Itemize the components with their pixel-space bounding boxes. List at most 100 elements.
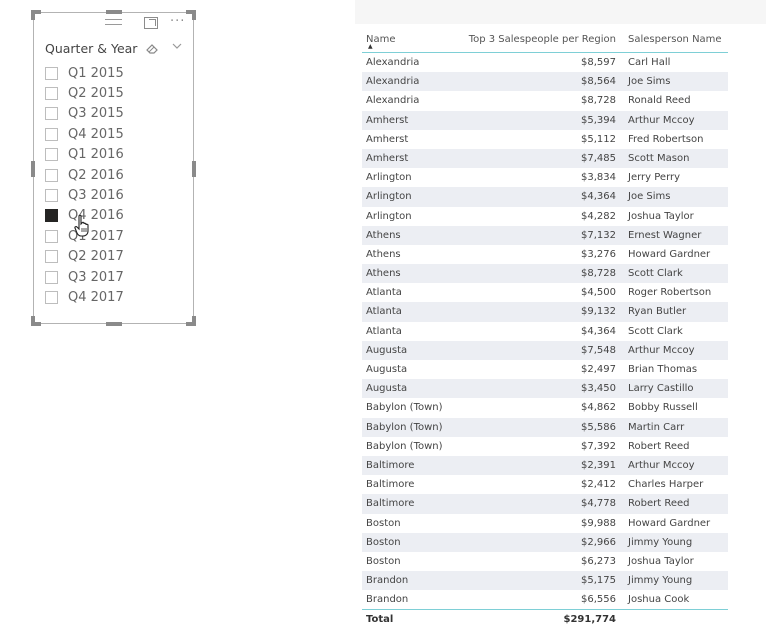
slicer-item[interactable]: Q4 2015 xyxy=(45,124,124,144)
resize-handle-bottom-left-v[interactable] xyxy=(31,316,35,326)
checkbox[interactable] xyxy=(45,189,58,203)
table-row[interactable]: Arlington $4,282 Joshua Taylor xyxy=(362,207,728,226)
visual-header-toolbar: ··· xyxy=(34,14,193,33)
cell-sales: $5,175 xyxy=(581,575,616,587)
checkbox[interactable] xyxy=(45,168,58,182)
cell-salesperson: Fred Robertson xyxy=(628,133,704,145)
table-row[interactable]: Augusta $3,450 Larry Castillo xyxy=(362,379,728,399)
checkbox[interactable] xyxy=(45,270,58,284)
resize-handle-right[interactable] xyxy=(192,161,196,177)
cell-salesperson: Howard Gardner xyxy=(628,248,711,260)
slicer-item-label: Q2 2016 xyxy=(68,167,124,183)
slicer-item[interactable]: Q2 2017 xyxy=(45,247,124,267)
cell-name: Baltimore xyxy=(366,498,415,510)
checkbox[interactable] xyxy=(45,66,58,80)
table-row[interactable]: Athens $3,276 Howard Gardner xyxy=(362,245,728,264)
checkbox[interactable] xyxy=(45,148,58,162)
slicer-item[interactable]: Q3 2016 xyxy=(45,185,124,205)
cell-name: Babylon (Town) xyxy=(366,402,443,414)
slicer-item[interactable]: Q3 2015 xyxy=(45,104,124,124)
column-header-salesperson[interactable]: Salesperson Name xyxy=(628,34,722,45)
cell-sales: $3,450 xyxy=(581,383,616,395)
cell-name: Brandon xyxy=(366,575,409,587)
table-row[interactable]: Amherst $7,485 Scott Mason xyxy=(362,148,728,169)
more-options-icon[interactable]: ··· xyxy=(170,14,185,29)
table-row[interactable]: Babylon (Town) $7,392 Robert Reed xyxy=(362,437,728,456)
checkbox[interactable] xyxy=(45,209,58,223)
cell-sales: $2,966 xyxy=(581,536,616,548)
cell-salesperson: Robert Reed xyxy=(628,498,690,510)
cell-name: Augusta xyxy=(366,383,408,395)
table-row[interactable]: Babylon (Town) $5,586 Martin Carr xyxy=(362,417,728,437)
cell-salesperson: Scott Clark xyxy=(628,325,683,337)
slicer-item[interactable]: Q1 2015 xyxy=(45,63,124,83)
table-row[interactable]: Boston $6,273 Joshua Taylor xyxy=(362,552,728,571)
resize-handle-left[interactable] xyxy=(31,161,35,177)
table-row[interactable]: Brandon $5,175 Jimmy Young xyxy=(362,571,728,591)
table-row[interactable]: Atlanta $9,132 Ryan Butler xyxy=(362,302,728,322)
table-row[interactable]: Amherst $5,394 Arthur Mccoy xyxy=(362,110,728,130)
table-row[interactable]: Babylon (Town) $4,862 Bobby Russell xyxy=(362,398,728,417)
slicer-item[interactable]: Q2 2015 xyxy=(45,83,124,103)
checkbox[interactable] xyxy=(45,290,58,304)
checkbox[interactable] xyxy=(45,87,58,101)
table-row[interactable]: Augusta $2,497 Brian Thomas xyxy=(362,360,728,379)
column-header-top3-sales[interactable]: Top 3 Salespeople per Region xyxy=(469,34,616,45)
cell-name: Boston xyxy=(366,555,401,567)
checkbox[interactable] xyxy=(45,250,58,264)
cell-salesperson: Jimmy Young xyxy=(628,575,693,587)
resize-handle-top[interactable] xyxy=(106,10,122,14)
drag-handle-icon[interactable] xyxy=(105,19,122,25)
checkbox[interactable] xyxy=(45,107,58,121)
cell-name: Athens xyxy=(366,268,401,280)
quarter-year-slicer[interactable]: ··· Quarter & Year Q1 2015 Q2 2015 Q3 2015… xyxy=(31,10,196,326)
table-row[interactable]: Baltimore $2,412 Charles Harper xyxy=(362,475,728,494)
table-header-band xyxy=(355,0,766,24)
cell-name: Arlington xyxy=(366,191,412,203)
slicer-item[interactable]: Q3 2017 xyxy=(45,267,124,287)
eraser-icon[interactable] xyxy=(145,42,159,56)
table-header-row: Name ▲ Top 3 Salespeople per Region Sale… xyxy=(362,28,728,53)
table-row[interactable]: Alexandria $8,597 Carl Hall xyxy=(362,53,728,72)
cell-sales: $4,364 xyxy=(581,325,616,337)
table-row[interactable]: Arlington $3,834 Jerry Perry xyxy=(362,168,728,187)
table-row[interactable]: Athens $8,728 Scott Clark xyxy=(362,264,728,284)
focus-mode-icon[interactable] xyxy=(144,17,158,29)
slicer-item[interactable]: Q2 2016 xyxy=(45,165,124,185)
table-row[interactable]: Athens $7,132 Ernest Wagner xyxy=(362,225,728,245)
cell-sales: $3,834 xyxy=(581,172,616,184)
table-row[interactable]: Boston $9,988 Howard Gardner xyxy=(362,514,728,533)
table-row[interactable]: Augusta $7,548 Arthur Mccoy xyxy=(362,340,728,360)
table-row[interactable]: Atlanta $4,500 Roger Robertson xyxy=(362,283,728,302)
slicer-item[interactable]: Q4 2017 xyxy=(45,287,124,307)
table-row[interactable]: Amherst $5,112 Fred Robertson xyxy=(362,130,728,149)
checkbox[interactable] xyxy=(45,229,58,243)
cell-sales: $4,364 xyxy=(581,191,616,203)
slicer-item-label: Q1 2016 xyxy=(68,147,124,163)
table-row[interactable]: Alexandria $8,564 Joe Sims xyxy=(362,72,728,92)
cell-sales: $5,394 xyxy=(581,114,616,126)
slicer-title: Quarter & Year xyxy=(45,41,138,56)
table-row[interactable]: Brandon $6,556 Joshua Cook xyxy=(362,590,728,609)
table-row[interactable]: Arlington $4,364 Joe Sims xyxy=(362,187,728,207)
resize-handle-bottom[interactable] xyxy=(106,322,122,326)
table-row[interactable]: Alexandria $8,728 Ronald Reed xyxy=(362,91,728,110)
table-row[interactable]: Baltimore $2,391 Arthur Mccoy xyxy=(362,455,728,476)
slicer-item-label: Q3 2016 xyxy=(68,188,124,204)
cell-name: Arlington xyxy=(366,210,412,222)
cell-name: Atlanta xyxy=(366,325,402,337)
cell-sales: $3,276 xyxy=(581,248,616,260)
cell-name: Atlanta xyxy=(366,306,402,318)
cell-name: Alexandria xyxy=(366,57,420,68)
slicer-item[interactable]: Q1 2016 xyxy=(45,145,124,165)
resize-handle-bottom-right-v[interactable] xyxy=(192,316,196,326)
checkbox[interactable] xyxy=(45,127,58,141)
cell-sales: $9,988 xyxy=(581,517,616,529)
cell-salesperson: Joshua Taylor xyxy=(628,555,694,567)
cell-salesperson: Ronald Reed xyxy=(628,95,691,107)
table-row[interactable]: Atlanta $4,364 Scott Clark xyxy=(362,322,728,341)
table-row[interactable]: Baltimore $4,778 Robert Reed xyxy=(362,494,728,514)
cell-name: Athens xyxy=(366,229,401,241)
table-row[interactable]: Boston $2,966 Jimmy Young xyxy=(362,532,728,552)
chevron-down-icon[interactable] xyxy=(171,40,183,55)
